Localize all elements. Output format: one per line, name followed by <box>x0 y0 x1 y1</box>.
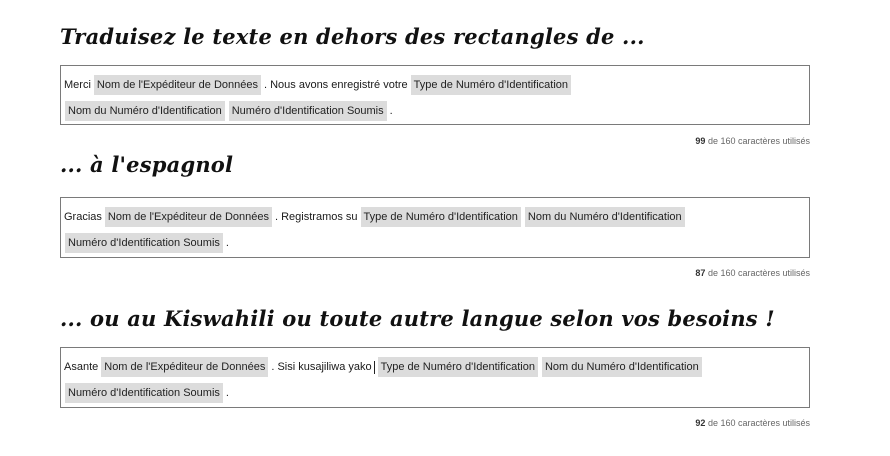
text-segment: . Registramos su <box>275 211 358 223</box>
placeholder-chip-id-type[interactable]: Type de Numéro d'Identification <box>360 207 521 227</box>
placeholder-chip-id-name[interactable]: Nom du Numéro d'Identification <box>65 101 225 121</box>
placeholder-chip-id-submitted[interactable]: Numéro d'Identification Soumis <box>65 233 223 253</box>
text-cursor <box>373 360 375 374</box>
character-count-suffix: de 160 caractères utilisés <box>707 418 810 428</box>
text-segment: . <box>225 237 229 249</box>
editor-line: Numéro d'Identification Soumis . <box>63 380 807 406</box>
editor-line: Numéro d'Identification Soumis . <box>63 230 807 256</box>
character-counter: 87 de 160 caractères utilisés <box>695 268 810 278</box>
character-count: 99 <box>695 136 706 146</box>
placeholder-chip-id-name[interactable]: Nom du Numéro d'Identification <box>541 357 702 377</box>
placeholder-chip-sender-name[interactable]: Nom de l'Expéditeur de Données <box>104 207 272 227</box>
placeholder-chip-id-submitted[interactable]: Numéro d'Identification Soumis <box>65 383 223 403</box>
message-editor-french[interactable]: Merci Nom de l'Expéditeur de Données . N… <box>60 65 810 125</box>
text-segment: Gracias <box>64 211 102 223</box>
placeholder-chip-id-type[interactable]: Type de Numéro d'Identification <box>410 75 572 95</box>
placeholder-chip-id-submitted[interactable]: Numéro d'Identification Soumis <box>228 101 387 121</box>
placeholder-chip-sender-name[interactable]: Nom de l'Expéditeur de Données <box>93 75 261 95</box>
message-editor-kiswahili[interactable]: Asante Nom de l'Expéditeur de Données . … <box>60 347 810 408</box>
character-counter: 92 de 160 caractères utilisés <box>695 418 810 428</box>
placeholder-chip-id-name[interactable]: Nom du Numéro d'Identification <box>524 207 685 227</box>
editor-line: Nom du Numéro d'Identification Numéro d'… <box>63 98 807 124</box>
character-count: 87 <box>695 268 706 278</box>
editor-line: Asante Nom de l'Expéditeur de Données . … <box>63 354 807 380</box>
section3-heading: ... ou au Kiswahili ou toute autre langu… <box>60 306 775 331</box>
message-editor-spanish[interactable]: Gracias Nom de l'Expéditeur de Données .… <box>60 197 810 258</box>
section1-heading: Traduisez le texte en dehors des rectang… <box>60 24 645 49</box>
text-segment: Asante <box>64 361 99 373</box>
section2-heading: ... à l'espagnol <box>60 152 234 177</box>
text-segment: . <box>225 387 229 399</box>
editor-line: Merci Nom de l'Expéditeur de Données . N… <box>63 72 807 98</box>
editor-line: Gracias Nom de l'Expéditeur de Données .… <box>63 204 807 230</box>
text-segment: . Sisi kusajiliwa yako <box>271 361 372 373</box>
character-counter: 99 de 160 caractères utilisés <box>695 136 810 146</box>
text-segment: . Nous avons enregistré votre <box>263 79 408 91</box>
placeholder-chip-sender-name[interactable]: Nom de l'Expéditeur de Données <box>101 357 269 377</box>
text-segment: Merci <box>64 79 91 91</box>
character-count-suffix: de 160 caractères utilisés <box>707 136 810 146</box>
text-segment: . <box>389 105 393 117</box>
placeholder-chip-id-type[interactable]: Type de Numéro d'Identification <box>377 357 538 377</box>
character-count-suffix: de 160 caractères utilisés <box>707 268 810 278</box>
character-count: 92 <box>695 418 706 428</box>
